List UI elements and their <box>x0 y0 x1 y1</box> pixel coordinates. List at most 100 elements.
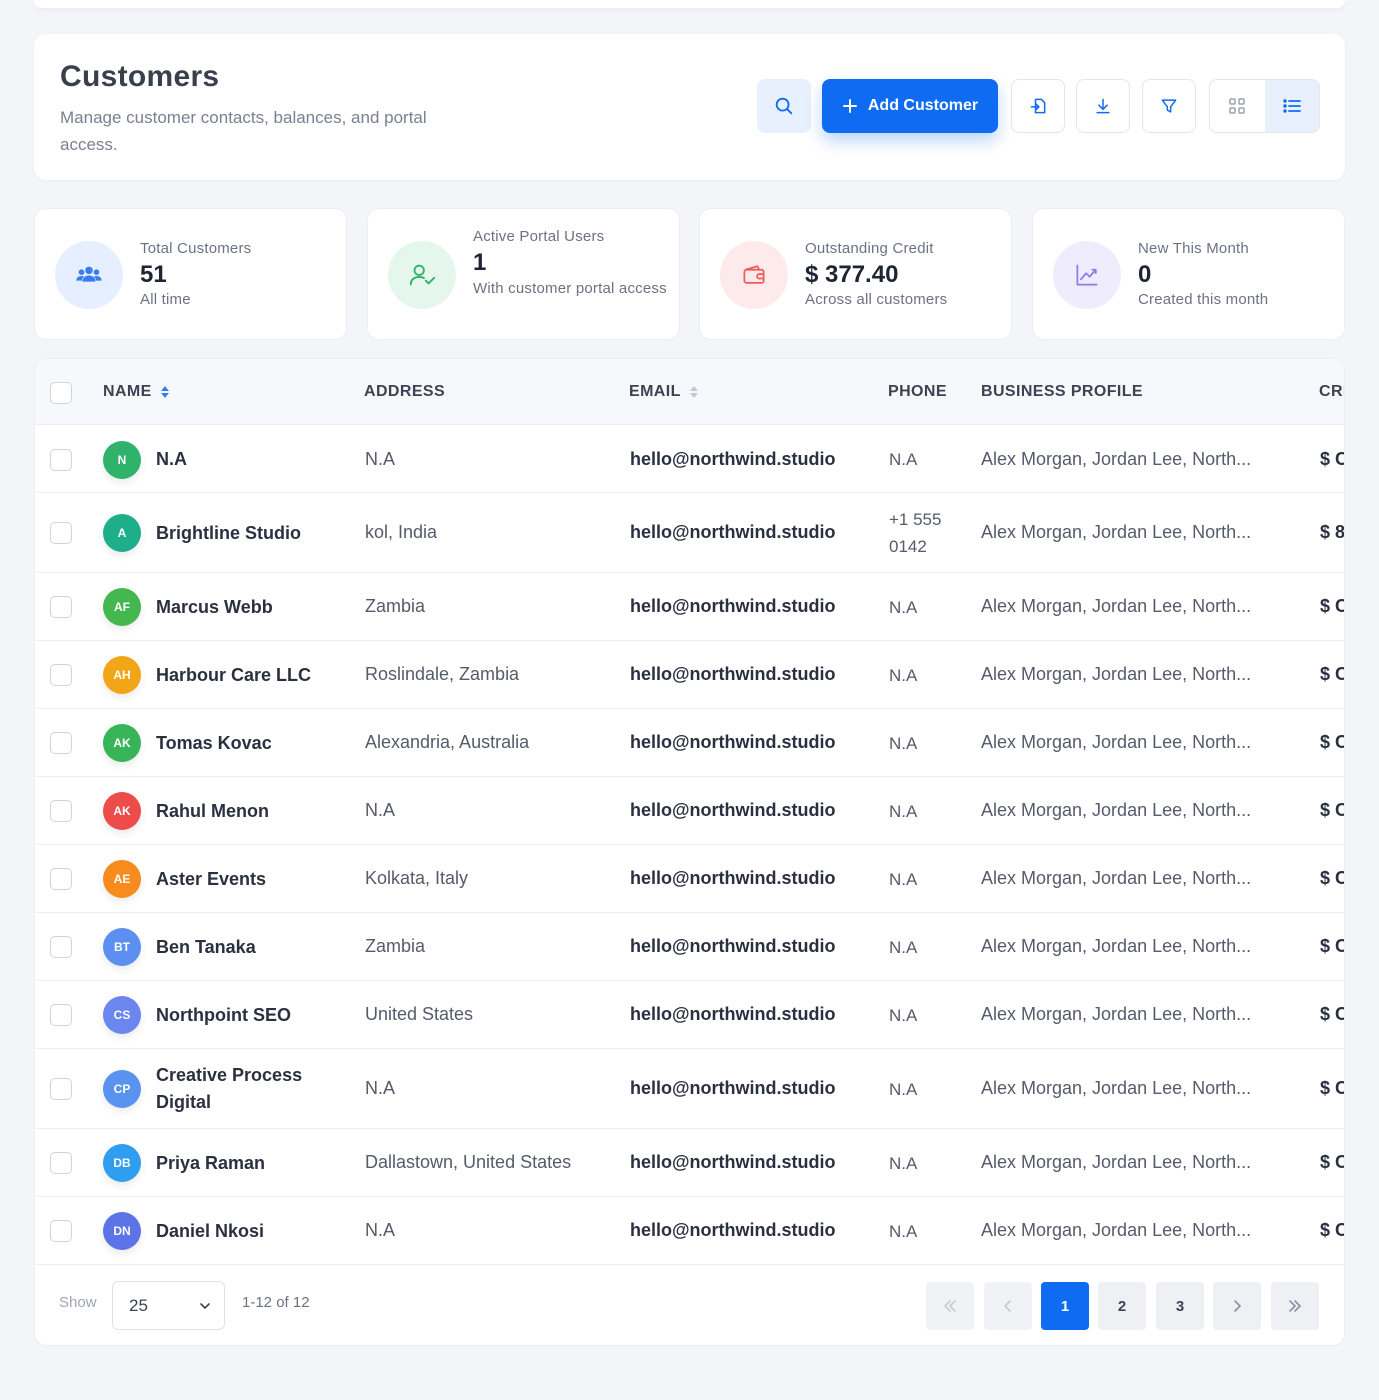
column-label: CRI <box>1319 383 1345 400</box>
customer-business-profile: Alex Morgan, Jordan Lee, North... <box>981 1078 1252 1098</box>
customer-phone: N.A <box>889 597 918 617</box>
row-checkbox[interactable] <box>50 1078 72 1100</box>
customer-name[interactable]: Aster Events <box>156 866 346 893</box>
row-checkbox[interactable] <box>50 936 72 958</box>
customer-name[interactable]: Priya Raman <box>156 1150 346 1177</box>
grid-view-button[interactable] <box>1210 80 1265 132</box>
customer-name[interactable]: Marcus Webb <box>156 594 346 621</box>
stat-card-outstanding-credit: Outstanding Credit $ 377.40 Across all c… <box>699 208 1012 340</box>
customer-address: N.A <box>365 1078 396 1098</box>
filter-button[interactable] <box>1142 79 1196 133</box>
row-checkbox[interactable] <box>50 1152 72 1174</box>
list-view-button[interactable] <box>1264 80 1319 132</box>
add-customer-button[interactable]: Add Customer <box>822 79 998 133</box>
table-row[interactable]: N N.A N.A hello@northwind.studio N.A Alex Mor… <box>35 426 1344 493</box>
customer-email[interactable]: hello@northwind.studio <box>630 1220 836 1241</box>
customer-name[interactable]: Rahul Menon <box>156 798 346 825</box>
customer-email[interactable]: hello@northwind.studio <box>630 596 836 617</box>
avatar: AK <box>103 724 141 762</box>
table-row[interactable]: A Brightline Studio kol, India hello@northw… <box>35 493 1344 573</box>
download-icon <box>1096 98 1110 114</box>
customer-address: N.A <box>365 800 396 820</box>
table-row[interactable]: AK Tomas Kovac Alexandria, Australia hello@… <box>35 709 1344 777</box>
table-row[interactable]: BT Ben Tanaka Zambia hello@northwind.studio… <box>35 913 1344 981</box>
page-button-3[interactable]: 3 <box>1156 1282 1204 1330</box>
table-row[interactable]: AE Aster Events Kolkata, Italy hello@northw… <box>35 845 1344 913</box>
customer-email[interactable]: hello@northwind.studio <box>630 664 836 685</box>
customer-name[interactable]: Daniel Nkosi <box>156 1218 346 1245</box>
stat-value: 51 <box>140 261 167 288</box>
row-checkbox[interactable] <box>50 522 72 544</box>
customer-credit: $ C <box>1320 1152 1344 1172</box>
row-checkbox[interactable] <box>50 868 72 890</box>
first-page-button[interactable] <box>926 1282 974 1330</box>
customer-name[interactable]: Harbour Care LLC <box>156 662 346 689</box>
customer-business-profile: Alex Morgan, Jordan Lee, North... <box>981 1004 1252 1024</box>
table-row[interactable]: DB Priya Raman Dallastown, United States he… <box>35 1129 1344 1197</box>
customer-phone: N.A <box>889 1153 918 1173</box>
customer-email[interactable]: hello@northwind.studio <box>630 522 836 543</box>
customer-address: Roslindale, Zambia <box>365 664 520 684</box>
pagination-range: 1-12 of 12 <box>242 1294 310 1311</box>
customer-name[interactable]: Brightline Studio <box>156 520 346 547</box>
column-header-email[interactable]: EMAIL <box>629 383 699 401</box>
next-page-button[interactable] <box>1213 1282 1261 1330</box>
customers-table: NAME ADDRESS EMAIL PHONE BUSINESS PROFIL… <box>34 358 1345 1346</box>
customer-email[interactable]: hello@northwind.studio <box>630 868 836 889</box>
table-row[interactable]: CP Creative Process Digital N.A hello@north… <box>35 1049 1344 1129</box>
page-button-2[interactable]: 2 <box>1098 1282 1146 1330</box>
customer-name[interactable]: Ben Tanaka <box>156 934 346 961</box>
stat-card-new-this-month: New This Month 0 Created this month <box>1032 208 1345 340</box>
customer-phone: N.A <box>889 1221 918 1241</box>
last-page-button[interactable] <box>1271 1282 1319 1330</box>
row-checkbox[interactable] <box>50 800 72 822</box>
customer-name[interactable]: Creative Process Digital <box>156 1062 346 1116</box>
users-icon <box>55 241 123 309</box>
double-chevron-right-icon <box>1289 1300 1302 1312</box>
column-header-name[interactable]: NAME <box>103 383 170 401</box>
row-checkbox[interactable] <box>50 448 72 471</box>
table-row[interactable]: AK Rahul Menon N.A hello@northwind.studio N.… <box>35 777 1344 845</box>
row-checkbox[interactable] <box>50 732 72 754</box>
table-row[interactable]: AF Marcus Webb Zambia hello@northwind.studi… <box>35 573 1344 641</box>
customer-email[interactable]: hello@northwind.studio <box>630 732 836 753</box>
customer-name[interactable]: Tomas Kovac <box>156 730 346 757</box>
page-title: Customers <box>60 60 220 93</box>
table-row[interactable]: DN Daniel Nkosi N.A hello@northwind.studio N… <box>35 1197 1344 1265</box>
user-check-icon <box>388 241 456 309</box>
customer-address: Dallastown, United States <box>365 1152 572 1172</box>
sort-icon <box>160 386 169 398</box>
row-checkbox[interactable] <box>50 1220 72 1242</box>
customer-credit: $ C <box>1320 1004 1344 1024</box>
row-checkbox[interactable] <box>50 664 72 686</box>
row-checkbox[interactable] <box>50 596 72 618</box>
customer-email[interactable]: hello@northwind.studio <box>630 1004 836 1025</box>
customer-email[interactable]: hello@northwind.studio <box>630 800 836 821</box>
customer-email[interactable]: hello@northwind.studio <box>630 1078 836 1099</box>
customer-address: Zambia <box>365 936 426 956</box>
customer-email[interactable]: hello@northwind.studio <box>630 1152 836 1173</box>
import-icon <box>1030 98 1046 114</box>
row-checkbox[interactable] <box>50 1004 72 1026</box>
customer-phone: N.A <box>889 1005 918 1025</box>
table-row[interactable]: CS Northpoint SEO United States hello@north… <box>35 981 1344 1049</box>
prev-page-button[interactable] <box>984 1282 1032 1330</box>
customer-credit: $ C <box>1320 800 1344 820</box>
table-row[interactable]: AH Harbour Care LLC Roslindale, Zambia hell… <box>35 641 1344 709</box>
view-toggle <box>1209 79 1320 133</box>
page-button-1[interactable]: 1 <box>1041 1282 1089 1330</box>
page-size-select[interactable]: 25 <box>112 1281 225 1330</box>
avatar: DB <box>103 1144 141 1182</box>
customer-business-profile: Alex Morgan, Jordan Lee, North... <box>981 1220 1252 1240</box>
customer-phone: N.A <box>889 665 918 685</box>
import-button[interactable] <box>1011 79 1065 133</box>
select-all-checkbox[interactable] <box>50 382 72 404</box>
customer-email[interactable]: hello@northwind.studio <box>630 449 836 470</box>
customer-name[interactable]: Northpoint SEO <box>156 1002 346 1029</box>
customer-email[interactable]: hello@northwind.studio <box>630 936 836 957</box>
customer-name[interactable]: N.A <box>156 446 346 473</box>
customer-address: Kolkata, Italy <box>365 868 469 888</box>
customer-phone: N.A <box>889 801 918 821</box>
download-button[interactable] <box>1076 79 1130 133</box>
search-button[interactable] <box>757 79 811 133</box>
